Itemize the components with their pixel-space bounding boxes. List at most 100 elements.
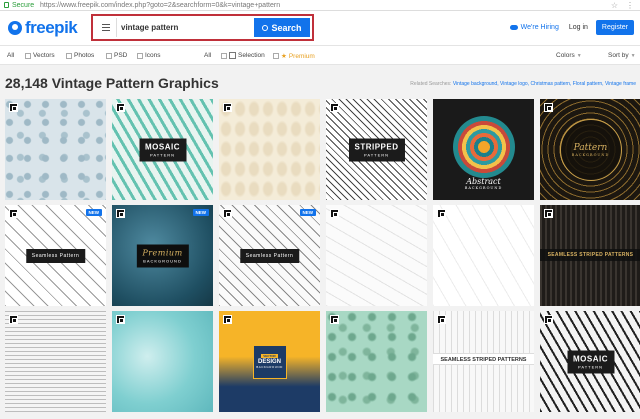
browser-menu-icon[interactable]: ⋮ [626, 0, 634, 11]
tile-caption-title: MOSAIC [145, 142, 180, 151]
tile-caption-subtitle: BACKGROUND [464, 186, 503, 190]
collection-badge-icon[interactable] [437, 209, 446, 218]
bookmark-star-icon[interactable]: ☆ [611, 0, 618, 11]
collection-badge-icon[interactable] [223, 103, 232, 112]
chevron-down-icon: ▼ [630, 52, 636, 59]
collection-badge-icon[interactable] [9, 315, 18, 324]
tile-caption-title: MOSAIC [573, 354, 608, 363]
logo-text: freepik [25, 18, 78, 37]
result-tile[interactable]: SEAMLESS STRIPED PATTERNS [433, 311, 534, 412]
mandala-graphic [452, 116, 515, 179]
result-tile[interactable] [112, 311, 213, 412]
secure-label: Secure [12, 2, 35, 9]
filter-vectors-label: Vectors [33, 52, 55, 59]
result-tile[interactable]: NEW Seamless Pattern [219, 205, 320, 306]
tile-caption: Pattern BACKGROUND [572, 143, 610, 157]
result-tile[interactable]: VECTOR DESIGN BACKGROUND [219, 311, 320, 412]
related-searches-links[interactable]: Vintage background, Vintage logo, Christ… [453, 81, 636, 87]
collection-badge-icon[interactable] [116, 103, 125, 112]
collection-badge-icon[interactable] [116, 315, 125, 324]
filter-all-types-label: All [7, 52, 15, 59]
result-tile[interactable] [433, 205, 534, 306]
login-link[interactable]: Log in [569, 24, 588, 31]
filter-all-license[interactable]: All [204, 52, 211, 59]
result-tile[interactable]: NEW Seamless Pattern [5, 205, 106, 306]
tile-caption: Premium BACKGROUND [136, 244, 189, 267]
filter-selection[interactable]: Selection [221, 52, 265, 59]
search-input[interactable] [121, 18, 255, 37]
colors-label: Colors [556, 52, 575, 59]
result-tile[interactable]: Pattern BACKGROUND [540, 99, 640, 200]
collection-badge-icon[interactable] [544, 315, 553, 324]
search-button[interactable]: Search [254, 18, 310, 37]
filter-psd-label: PSD [114, 52, 128, 59]
tile-caption: Abstract BACKGROUND [465, 177, 503, 190]
new-badge: NEW [299, 209, 316, 216]
hiring-link[interactable]: We're Hiring [509, 24, 559, 31]
result-tile[interactable]: MOSAIC PATTERN [540, 311, 640, 412]
tile-caption-subtitle: PATTERN [363, 152, 390, 157]
tile-caption: MOSAIC PATTERN [139, 138, 186, 161]
freepik-logo-icon [8, 21, 22, 35]
collection-badge-icon[interactable] [330, 103, 339, 112]
result-tile[interactable]: Abstract BACKGROUND [433, 99, 534, 200]
collection-badge-icon[interactable] [223, 209, 232, 218]
hiring-label: We're Hiring [520, 24, 559, 31]
tile-caption: SEAMLESS STRIPED PATTERNS [540, 249, 640, 261]
hamburger-menu-icon[interactable] [95, 18, 117, 37]
tile-caption: Seamless Pattern [25, 248, 86, 263]
sort-by-label: Sort by [608, 52, 629, 59]
result-tile[interactable] [5, 99, 106, 200]
collection-badge-icon[interactable] [116, 209, 125, 218]
sort-by-dropdown[interactable]: Sort by ▼ [608, 52, 636, 59]
result-tile[interactable]: NEW Premium BACKGROUND [112, 205, 213, 306]
site-header: freepik Search We're Hiring Log in Regis… [0, 11, 640, 45]
address-url[interactable]: https://www.freepik.com/index.php?goto=2… [40, 0, 280, 11]
filter-premium[interactable]: ★ Premium [273, 52, 315, 60]
filter-psd[interactable]: PSD [106, 52, 127, 59]
lock-icon [4, 2, 9, 8]
colors-dropdown[interactable]: Colors ▼ [556, 52, 582, 59]
filter-photos[interactable]: Photos [66, 52, 94, 59]
chevron-down-icon: ▼ [576, 52, 582, 59]
tile-caption-title: Premium [142, 248, 183, 257]
tile-caption: SEAMLESS STRIPED PATTERNS [433, 353, 534, 365]
collection-badge-icon[interactable] [330, 209, 339, 218]
cloud-icon [509, 25, 518, 30]
result-tile[interactable]: MOSAIC PATTERN [112, 99, 213, 200]
checkbox-icon [106, 52, 112, 59]
filter-selection-label: Selection [238, 52, 265, 59]
register-button[interactable]: Register [595, 20, 634, 35]
result-tile[interactable]: STRIPPED PATTERN [326, 99, 427, 200]
result-tile[interactable]: SEAMLESS STRIPED PATTERNS [540, 205, 640, 306]
collection-badge-icon[interactable] [544, 209, 553, 218]
tile-caption-title: STRIPPED [354, 142, 399, 151]
results-title: 28,148 Vintage Pattern Graphics [5, 75, 219, 91]
collection-badge-icon[interactable] [330, 315, 339, 324]
tile-caption-subtitle: BACKGROUND [143, 258, 182, 263]
filter-icons[interactable]: Icons [137, 52, 161, 59]
tile-caption-title: Pattern [573, 142, 608, 153]
checkbox-icon [221, 52, 227, 59]
result-tile[interactable] [326, 311, 427, 412]
collection-badge-icon[interactable] [437, 315, 446, 324]
tile-caption: STRIPPED PATTERN [348, 138, 405, 161]
collection-badge-icon[interactable] [544, 103, 553, 112]
tile-caption-title: Abstract [466, 177, 501, 186]
collection-badge-icon[interactable] [223, 315, 232, 324]
result-tile[interactable] [5, 311, 106, 412]
collection-badge-icon[interactable] [9, 103, 18, 112]
checkbox-icon [25, 52, 31, 59]
freepik-logo[interactable]: freepik [8, 18, 78, 38]
filter-photos-label: Photos [74, 52, 95, 59]
tile-caption-subtitle: PATTERN [149, 152, 176, 157]
filter-vectors[interactable]: Vectors [25, 52, 55, 59]
tile-caption-subtitle: PATTERN [577, 364, 604, 369]
related-searches: Related Searches: Vintage background, Vi… [410, 81, 636, 87]
tile-caption: VECTOR DESIGN BACKGROUND [252, 344, 287, 379]
result-tile[interactable] [219, 99, 320, 200]
filter-all-types[interactable]: All [7, 52, 14, 59]
collection-badge-icon[interactable] [9, 209, 18, 218]
filter-bar: All Vectors Photos PSD Icons All Selecti… [0, 45, 640, 65]
result-tile[interactable] [326, 205, 427, 306]
